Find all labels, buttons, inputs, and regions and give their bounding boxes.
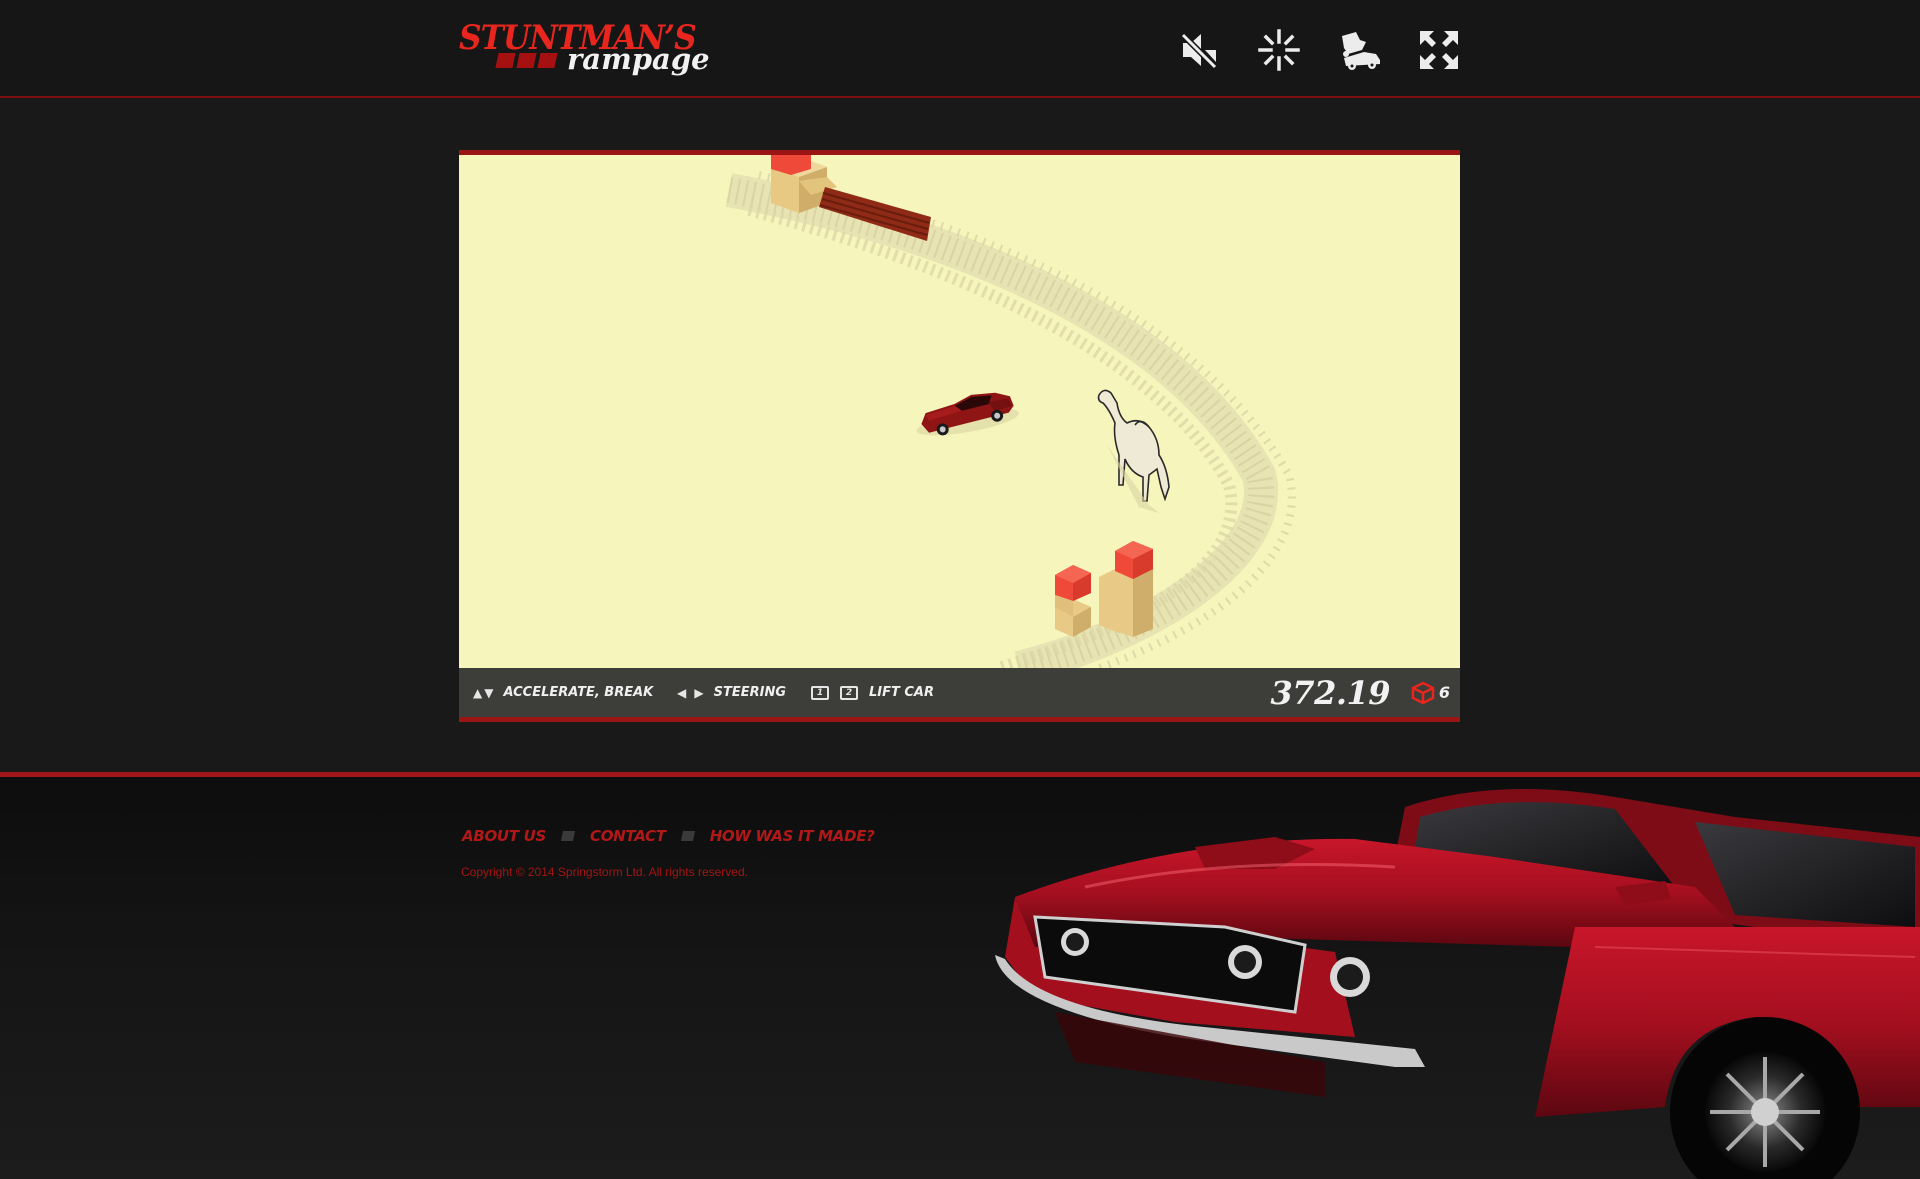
steering-label: STEERING: [713, 685, 787, 700]
loading-sparkle-icon: [1258, 29, 1300, 71]
fullscreen-button[interactable]: [1413, 24, 1465, 76]
fullscreen-icon: [1420, 31, 1458, 69]
up-down-arrows-icon: ▲▼: [473, 685, 496, 700]
left-right-arrows-icon: ◀ ▶: [677, 685, 706, 700]
boxes-count: 6: [1438, 683, 1450, 702]
hud-steering: ◀ ▶ STEERING: [677, 668, 786, 717]
crate-icon: [1411, 681, 1435, 704]
score-display: 372.19: [1270, 673, 1391, 712]
footer-nav: ABOUT US CONTACT HOW WAS IT MADE?: [462, 827, 875, 845]
tire-tracks: [725, 171, 1296, 668]
site-footer: ABOUT US CONTACT HOW WAS IT MADE? Copyri…: [0, 772, 1920, 1179]
site-header: STUNTMAN’S rampage: [0, 0, 1920, 98]
player-car: [916, 392, 1019, 436]
game-canvas[interactable]: [459, 155, 1460, 668]
hud-lift: 1 2 LIFT CAR: [811, 668, 934, 717]
quality-button[interactable]: [1253, 24, 1305, 76]
hero-car-image: [995, 789, 1920, 1179]
lift-label: LIFT CAR: [869, 685, 935, 700]
footer-link-how-made[interactable]: HOW WAS IT MADE?: [710, 827, 875, 845]
game-scene: [725, 155, 1296, 668]
mute-button[interactable]: [1174, 24, 1226, 76]
footer-separator: [680, 831, 695, 841]
footer-separator: [560, 831, 576, 841]
speaker-muted-icon: [1179, 31, 1219, 71]
hud-accelerate: ▲▼ ACCELERATE, BREAK: [473, 668, 653, 717]
accelerate-label: ACCELERATE, BREAK: [503, 685, 654, 700]
boxes-counter: 6: [1411, 668, 1450, 717]
footer-link-contact[interactable]: CONTACT: [590, 827, 666, 845]
camera-button[interactable]: [1333, 24, 1385, 76]
car-crash-icon: [1342, 32, 1380, 70]
logo-blocks: [495, 53, 558, 68]
logo[interactable]: STUNTMAN’S rampage: [459, 18, 710, 83]
logo-subtitle: rampage: [567, 42, 710, 76]
crate-stack-bottom-left: [1055, 565, 1091, 637]
crate-stack-bottom-right: [1099, 541, 1153, 637]
game-hud: ▲▼ ACCELERATE, BREAK ◀ ▶ STEERING 1 2 LI…: [459, 668, 1460, 717]
key-1-icon: 1: [811, 685, 829, 700]
game-frame: ▲▼ ACCELERATE, BREAK ◀ ▶ STEERING 1 2 LI…: [459, 150, 1460, 722]
footer-link-about[interactable]: ABOUT US: [462, 827, 546, 845]
copyright-text: Copyright © 2014 Springstorm Ltd. All ri…: [461, 865, 748, 879]
key-2-icon: 2: [840, 685, 858, 700]
